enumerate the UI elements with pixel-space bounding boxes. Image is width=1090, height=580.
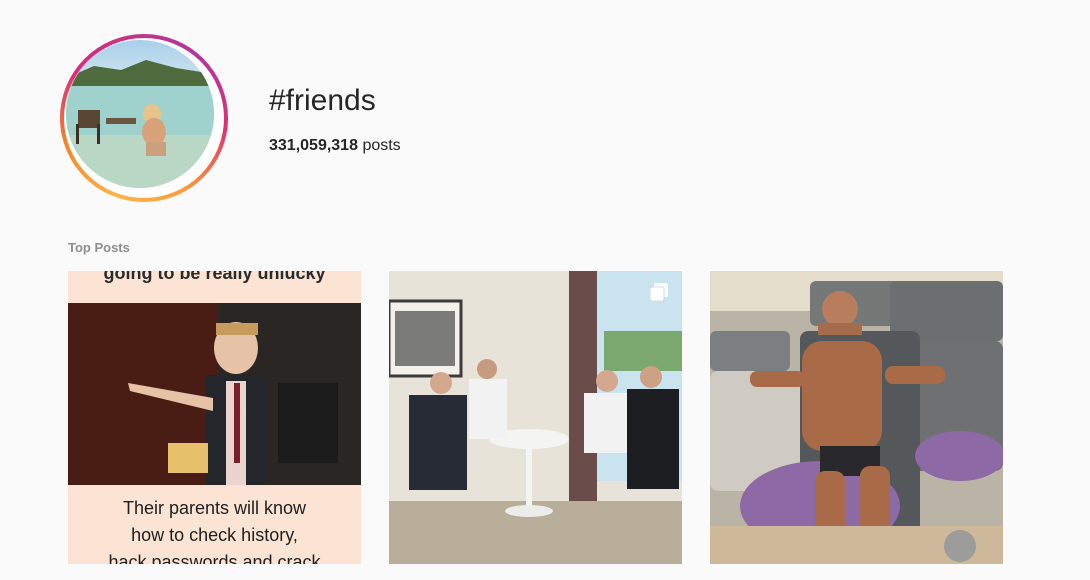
- post-tile-2[interactable]: [389, 271, 682, 564]
- post-count-number: 331,059,318: [269, 137, 358, 154]
- meme-bottom-line: Their parents will know: [122, 498, 307, 518]
- meme-bottom-line: how to check history,: [131, 525, 298, 545]
- hashtag-avatar: [60, 34, 228, 202]
- avatar-photo: [66, 40, 214, 188]
- meme-bottom-text: Their parents will know how to check his…: [68, 495, 361, 564]
- multiple-posts-icon: [650, 283, 668, 301]
- page-title: #friends: [269, 84, 376, 117]
- section-title-top-posts: Top Posts: [68, 240, 130, 255]
- post-tile-3[interactable]: [710, 271, 1003, 564]
- post-tile-1[interactable]: going to be really unlucky Their parents…: [68, 271, 361, 564]
- meme-bottom-line: hack passwords and crack: [108, 552, 321, 564]
- pool-photo: [710, 271, 1003, 564]
- group-photo: [389, 271, 682, 564]
- post-count: 331,059,318 posts: [269, 137, 401, 155]
- post-count-suffix: posts: [362, 137, 401, 154]
- meme-top-text: going to be really unlucky: [103, 271, 326, 283]
- meme-photo: [68, 303, 361, 485]
